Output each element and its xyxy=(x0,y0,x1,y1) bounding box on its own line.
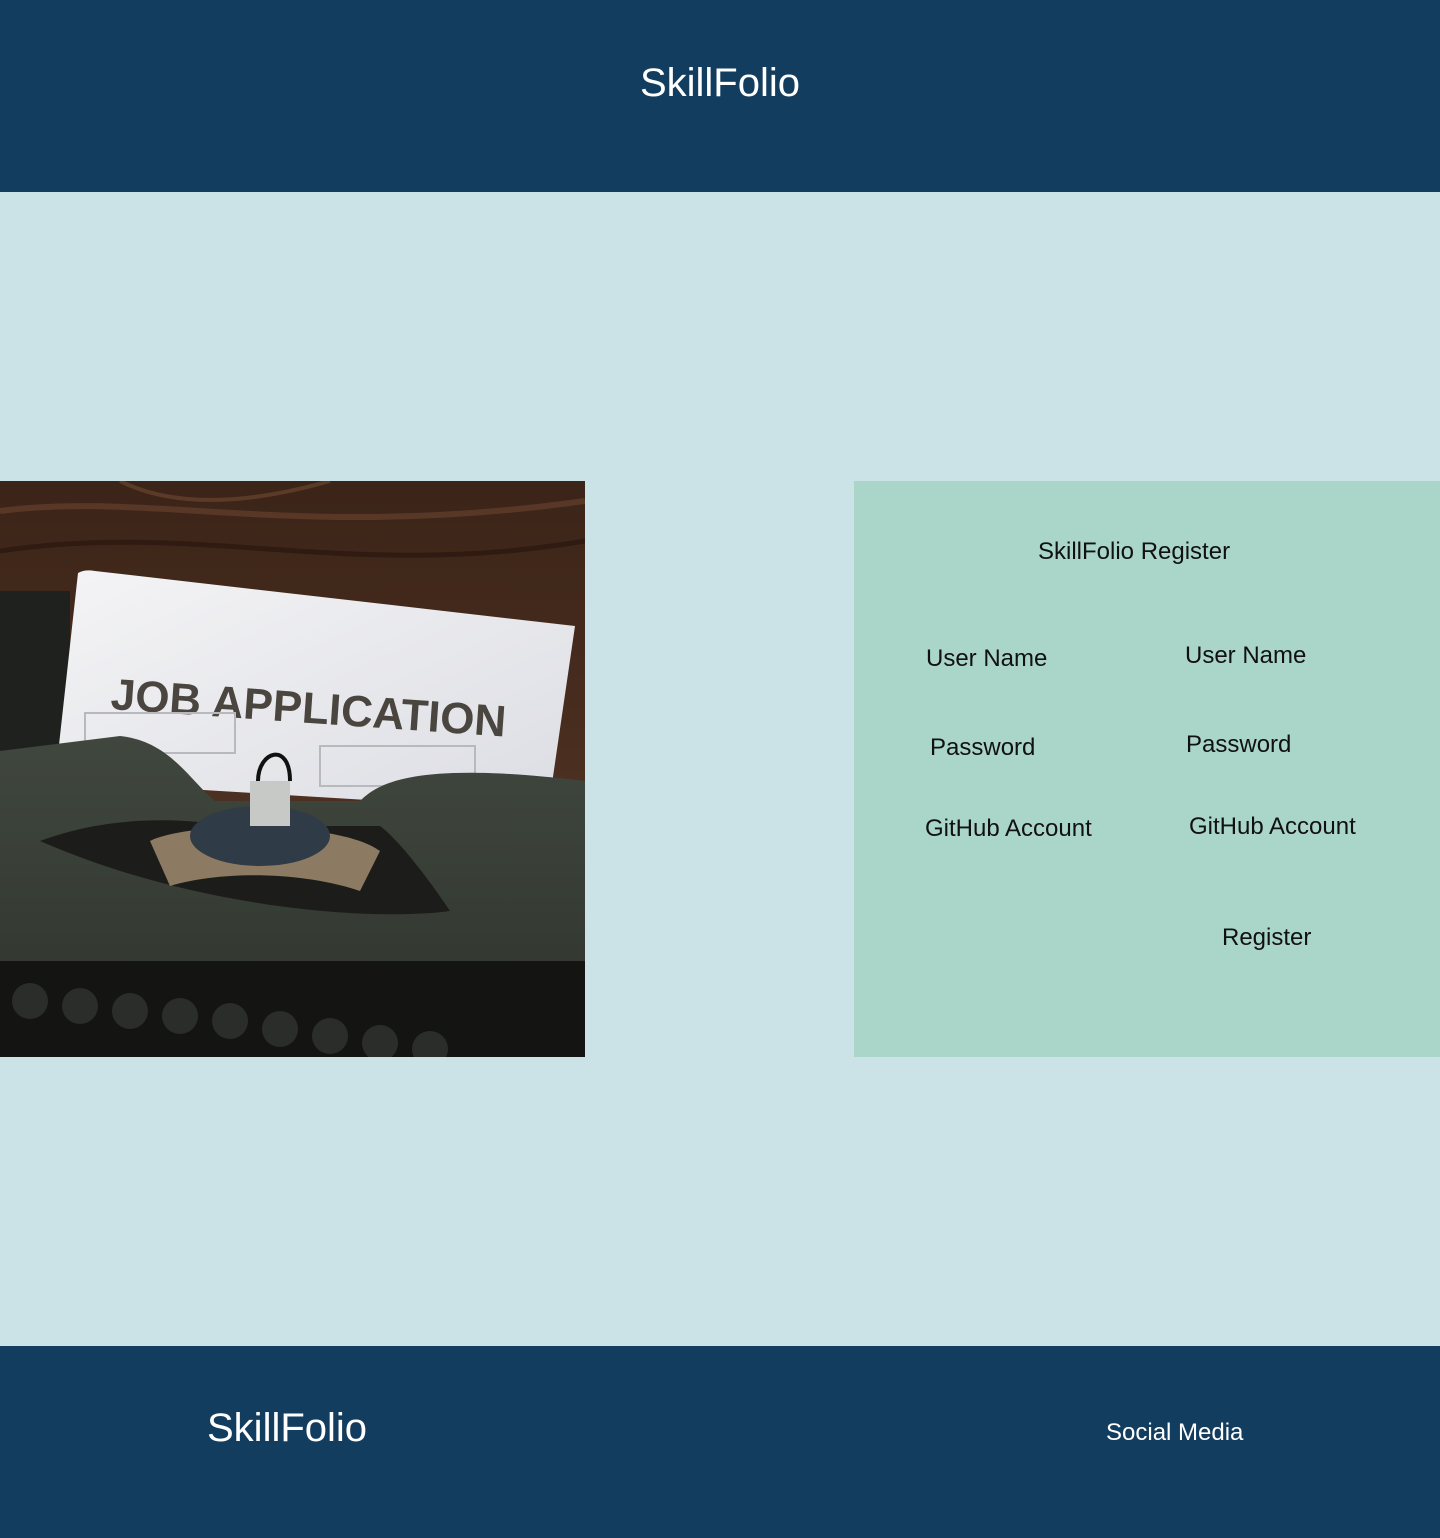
user-name-input[interactable]: User Name xyxy=(1185,641,1306,671)
job-application-typewriter-image: JOB APPLICATION xyxy=(0,481,585,1057)
footer-brand: SkillFolio xyxy=(207,1406,368,1450)
password-input[interactable]: Password xyxy=(1186,730,1291,760)
register-form-title: SkillFolio Register xyxy=(1038,538,1231,565)
github-account-input[interactable]: GitHub Account xyxy=(1189,812,1356,842)
github-account-label: GitHub Account xyxy=(925,815,1092,842)
site-title: SkillFolio xyxy=(639,61,801,105)
site-footer: SkillFolio Social Media xyxy=(0,1346,1440,1538)
page: SkillFolio JOB APPLICATION SkillFolio Re… xyxy=(0,0,1440,1538)
social-media-link[interactable]: Social Media xyxy=(1106,1418,1243,1448)
user-name-label: User Name xyxy=(926,645,1048,672)
register-form-panel: SkillFolio Register User Name User Name … xyxy=(854,481,1440,1057)
site-header: SkillFolio xyxy=(0,0,1440,192)
password-label: Password xyxy=(930,734,1036,761)
register-button[interactable]: Register xyxy=(1222,923,1311,953)
